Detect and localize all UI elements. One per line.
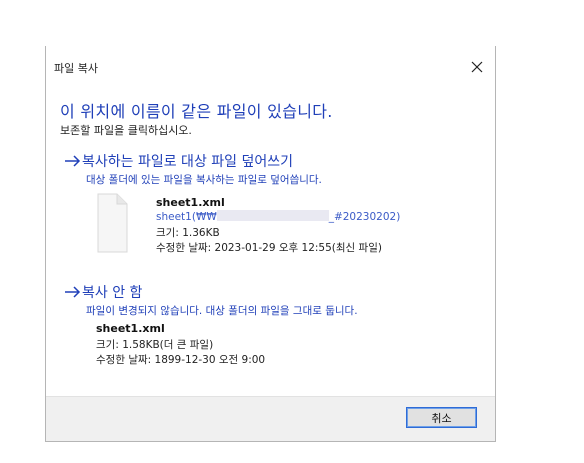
skip-option-title: 복사 안 함 [82,285,143,301]
arrow-right-icon [65,286,81,298]
replace-file-size: 크기: 1.36KB [156,227,220,239]
dialog-footer: 취소 [46,396,495,441]
dialog-subheading: 보존할 파일을 클릭하십시오. [60,124,192,137]
dialog-title: 파일 복사 [54,62,98,75]
path-end: _#20230202) [328,211,401,223]
dialog-heading: 이 위치에 이름이 같은 파일이 있습니다. [60,102,333,121]
close-button[interactable] [466,56,488,78]
skip-option-description: 파일이 변경되지 않습니다. 대상 폴더의 파일을 그대로 둡니다. [86,305,358,317]
cancel-button[interactable]: 취소 [406,407,477,428]
replace-option-header: 복사하는 파일로 대상 파일 덮어쓰기 [62,151,483,171]
close-icon [471,61,483,73]
replace-file-modified: 수정한 날짜: 2023-01-29 오후 12:55(최신 파일) [156,242,382,254]
skip-option-header: 복사 안 함 [62,282,483,302]
replace-option-description: 대상 폴더에 있는 파일을 복사하는 파일로 덮어씁니다. [86,174,322,186]
skip-file-modified: 수정한 날짜: 1899-12-30 오전 9:00 [96,354,266,366]
title-bar: 파일 복사 [46,46,495,88]
skip-file-name: sheet1.xml [96,322,165,335]
redacted-path [216,210,329,221]
file-copy-dialog: 파일 복사 이 위치에 이름이 같은 파일이 있습니다. 보존할 파일을 클릭하… [45,46,496,442]
replace-file-name: sheet1.xml [156,196,225,209]
path-start: sheet1(₩₩ [156,211,217,223]
skip-file-size: 크기: 1.58KB(더 큰 파일) [96,339,214,351]
arrow-right-icon [65,155,81,167]
skip-file-option[interactable]: 복사 안 함 파일이 변경되지 않습니다. 대상 폴더의 파일을 그대로 둡니다… [62,282,483,378]
file-icon [97,193,128,253]
replace-option-title: 복사하는 파일로 대상 파일 덮어쓰기 [82,154,293,170]
replace-file-path: sheet1(₩₩ _#20230202) [156,210,400,223]
replace-file-option[interactable]: 복사하는 파일로 대상 파일 덮어쓰기 대상 폴더에 있는 파일을 복사하는 파… [62,151,483,257]
